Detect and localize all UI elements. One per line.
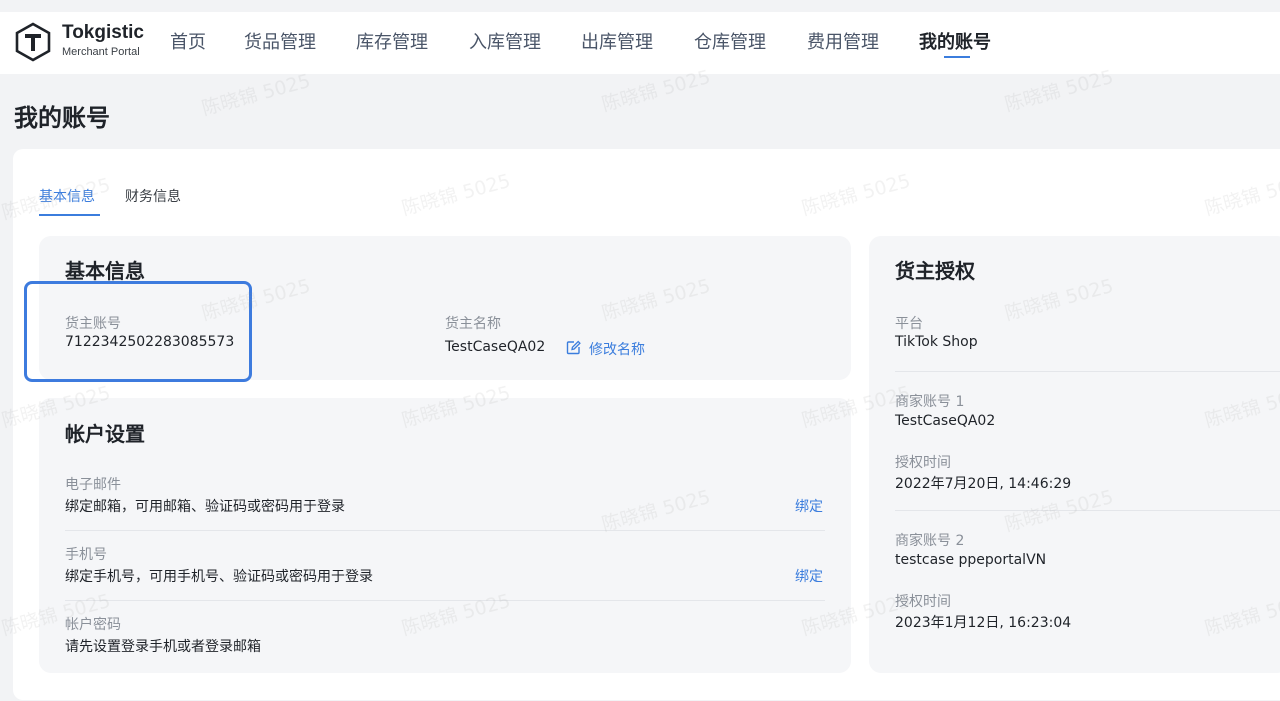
nav-item-fees[interactable]: 费用管理 bbox=[807, 28, 879, 54]
owner-name-value: TestCaseQA02 bbox=[445, 339, 546, 355]
platform-label: 平台 bbox=[895, 316, 923, 332]
nav-item-home[interactable]: 首页 bbox=[170, 28, 206, 54]
nav-item-warehouse[interactable]: 仓库管理 bbox=[694, 28, 766, 54]
edit-icon[interactable] bbox=[566, 340, 581, 355]
divider bbox=[65, 600, 825, 601]
bind-email-button[interactable]: 绑定 bbox=[795, 496, 823, 516]
email-description: 绑定邮箱，可用邮箱、验证码或密码用于登录 bbox=[65, 499, 345, 515]
password-description: 请先设置登录手机或者登录邮箱 bbox=[65, 639, 261, 655]
watermark: 陈晓锦 5025 bbox=[199, 69, 313, 120]
nav-item-goods[interactable]: 货品管理 bbox=[244, 28, 316, 54]
nav-item-inbound[interactable]: 入库管理 bbox=[469, 28, 541, 54]
merchant-2-label: 商家账号 2 bbox=[895, 533, 965, 549]
divider bbox=[65, 530, 825, 531]
platform-value: TikTok Shop bbox=[895, 334, 978, 350]
brand-name: Tokgistic bbox=[62, 22, 144, 43]
nav-item-my-account[interactable]: 我的账号 bbox=[919, 28, 991, 54]
edit-name-link[interactable]: 修改名称 bbox=[589, 339, 645, 359]
nav-item-outbound[interactable]: 出库管理 bbox=[581, 28, 653, 54]
merchant-1-time-value: 2022年7月20日, 14:46:29 bbox=[895, 476, 1072, 492]
phone-label: 手机号 bbox=[65, 547, 107, 563]
tokgistic-logo-icon bbox=[15, 22, 51, 62]
owner-account-highlight bbox=[24, 281, 252, 382]
divider bbox=[895, 510, 1280, 511]
merchant-2-value: testcase ppeportalVN bbox=[895, 552, 1047, 568]
divider bbox=[895, 371, 1280, 372]
merchant-1-label: 商家账号 1 bbox=[895, 394, 965, 410]
bind-phone-button[interactable]: 绑定 bbox=[795, 566, 823, 586]
top-nav-bar: Tokgistic Merchant Portal 首页 货品管理 库存管理 入… bbox=[0, 0, 1280, 74]
page-title: 我的账号 bbox=[14, 104, 110, 132]
nav-active-indicator bbox=[944, 56, 970, 58]
basic-info-title: 基本信息 bbox=[65, 259, 145, 283]
authorization-title: 货主授权 bbox=[895, 259, 975, 283]
owner-name-label: 货主名称 bbox=[445, 316, 501, 332]
phone-description: 绑定手机号，可用手机号、验证码或密码用于登录 bbox=[65, 569, 373, 585]
merchant-1-value: TestCaseQA02 bbox=[895, 413, 996, 429]
merchant-2-time-value: 2023年1月12日, 16:23:04 bbox=[895, 615, 1072, 631]
account-settings-title: 帐户设置 bbox=[65, 422, 145, 446]
tab-active-indicator bbox=[39, 214, 100, 216]
email-label: 电子邮件 bbox=[65, 477, 121, 493]
account-settings-panel bbox=[39, 398, 851, 673]
password-label: 帐户密码 bbox=[65, 617, 121, 633]
nav-item-inventory[interactable]: 库存管理 bbox=[356, 28, 428, 54]
merchant-2-time-label: 授权时间 bbox=[895, 594, 951, 610]
tab-finance-info[interactable]: 财务信息 bbox=[125, 186, 181, 206]
brand-subtitle: Merchant Portal bbox=[62, 46, 140, 58]
merchant-1-time-label: 授权时间 bbox=[895, 455, 951, 471]
tab-basic-info[interactable]: 基本信息 bbox=[39, 186, 95, 206]
